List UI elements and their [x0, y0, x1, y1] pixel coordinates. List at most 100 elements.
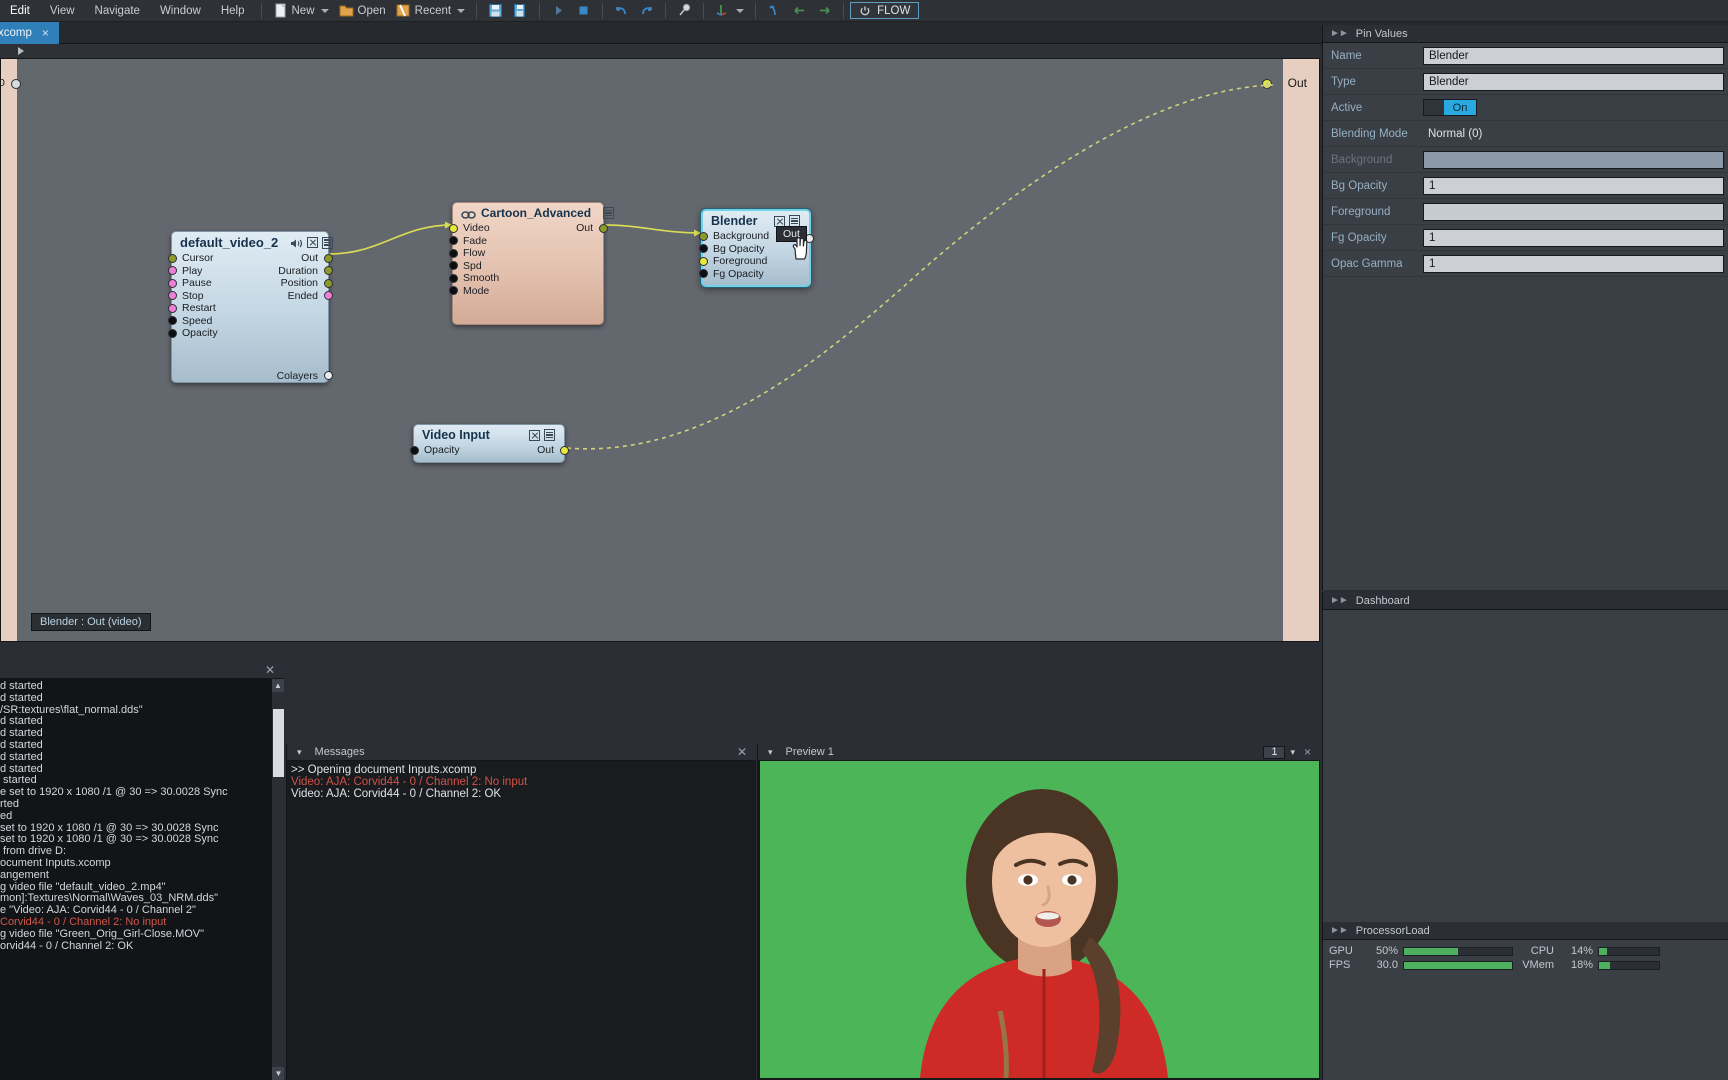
menu-navigate[interactable]: Navigate: [85, 0, 150, 22]
canvas-input-port[interactable]: [11, 79, 21, 89]
expand-double-arrow-icon[interactable]: ►►: [1330, 595, 1349, 606]
forward-button[interactable]: [812, 1, 837, 21]
preview-video-frame[interactable]: [760, 761, 1319, 1078]
pv-row-name[interactable]: Name Blender: [1323, 43, 1728, 69]
pin-row[interactable]: Pause: [167, 277, 250, 290]
pv-row-type[interactable]: Type Blender: [1323, 69, 1728, 95]
node-blender[interactable]: Blender Background Bg Opacity Foreground…: [698, 209, 814, 287]
pin-spd[interactable]: [448, 261, 458, 271]
recent-button[interactable]: Recent: [391, 1, 470, 21]
blending-mode-field[interactable]: Normal (0): [1423, 125, 1724, 143]
active-toggle[interactable]: On: [1423, 99, 1477, 116]
list-icon[interactable]: [322, 236, 334, 249]
pin-row[interactable]: Cursor: [167, 252, 250, 265]
pin-stop[interactable]: [167, 291, 177, 301]
toggle-on-label[interactable]: On: [1444, 100, 1476, 115]
list-icon[interactable]: [603, 207, 615, 219]
dashboard-header[interactable]: ►► Dashboard: [1323, 592, 1728, 610]
node-title-bar[interactable]: Cartoon_Advanced: [453, 203, 615, 221]
open-button[interactable]: Open: [334, 1, 391, 21]
zoom-button[interactable]: [672, 1, 697, 21]
node-canvas[interactable]: 0 Out default_video_2: [0, 58, 1320, 642]
fg-opacity-field[interactable]: 1: [1423, 228, 1724, 247]
pin-row[interactable]: Spd: [448, 260, 528, 273]
undo-button[interactable]: [609, 1, 634, 21]
pin-cursor[interactable]: [167, 253, 177, 263]
pin-colayers[interactable]: [323, 371, 333, 381]
chevron-down-icon[interactable]: ▾: [1285, 747, 1300, 758]
pv-row-bg-opacity[interactable]: Bg Opacity 1: [1323, 173, 1728, 199]
menu-view[interactable]: View: [40, 0, 85, 22]
pin-row[interactable]: Speed: [167, 315, 250, 328]
pin-mode[interactable]: [448, 286, 458, 296]
new-caret-icon[interactable]: [320, 8, 329, 13]
pin-row[interactable]: Mode: [448, 285, 528, 298]
scrollbar-thumb[interactable]: [273, 709, 284, 777]
pin-row[interactable]: Out: [250, 252, 333, 265]
pin-row[interactable]: Opacity: [167, 327, 250, 340]
pin-opacity[interactable]: [409, 445, 419, 455]
close-icon[interactable]: ×: [42, 26, 49, 40]
close-icon[interactable]: ✕: [733, 745, 751, 759]
scroll-down-icon[interactable]: ▼: [272, 1067, 284, 1080]
pin-row[interactable]: Duration: [250, 265, 333, 278]
pin-row[interactable]: Out: [489, 444, 569, 457]
pin-out[interactable]: [598, 223, 608, 233]
pin-video[interactable]: [448, 223, 458, 233]
pin-foreground[interactable]: [698, 256, 708, 266]
stop-button[interactable]: [571, 1, 596, 21]
pv-row-blending-mode[interactable]: Blending Mode Normal (0): [1323, 121, 1728, 147]
save-as-button[interactable]: [508, 1, 533, 21]
filter-caret-icon[interactable]: ▾: [292, 747, 307, 758]
node-title-bar[interactable]: default_video_2: [172, 232, 334, 251]
pin-ended[interactable]: [323, 291, 333, 301]
speaker-icon[interactable]: [290, 237, 303, 248]
node-video-input[interactable]: Video Input Opacity Out: [409, 424, 569, 463]
type-field[interactable]: Blender: [1423, 72, 1724, 91]
pin-duration[interactable]: [323, 266, 333, 276]
close-icon[interactable]: [774, 215, 785, 227]
pin-row[interactable]: Fg Opacity: [698, 268, 809, 281]
pin-row[interactable]: Fade: [448, 235, 528, 248]
pin-pause[interactable]: [167, 278, 177, 288]
new-button[interactable]: New: [268, 1, 334, 21]
pin-row[interactable]: Out: [528, 222, 608, 235]
redo-button[interactable]: [634, 1, 659, 21]
pin-row[interactable]: Smooth: [448, 272, 528, 285]
recent-caret-icon[interactable]: [457, 8, 466, 13]
up-level-button[interactable]: [762, 1, 787, 21]
pin-play[interactable]: [167, 266, 177, 276]
expand-double-arrow-icon[interactable]: ►►: [1330, 28, 1349, 39]
menu-help[interactable]: Help: [211, 0, 255, 22]
pin-values-header[interactable]: ►► Pin Values: [1323, 25, 1728, 43]
preview-count-badge[interactable]: 1: [1263, 745, 1286, 759]
axis-caret-icon[interactable]: [736, 8, 745, 13]
node-default-video-2[interactable]: default_video_2 Cursor Play Pause Stop R…: [167, 231, 334, 383]
log-scrollbar[interactable]: ▲ ▼: [271, 679, 284, 1080]
pin-row[interactable]: Ended: [250, 290, 333, 303]
log-panel-header[interactable]: ✕: [0, 662, 284, 679]
preview-panel-header[interactable]: ▾ Preview 1 1 ▾ ×: [758, 744, 1320, 761]
node-cartoon-advanced[interactable]: Cartoon_Advanced Video Fade Flow Spd Smo…: [448, 202, 615, 325]
pin-out[interactable]: [323, 253, 333, 263]
background-field[interactable]: [1423, 150, 1724, 169]
pin-row[interactable]: Foreground: [698, 255, 809, 268]
pin-out[interactable]: [559, 445, 569, 455]
messages-panel-header[interactable]: ▾ Messages ✕: [287, 744, 756, 761]
scroll-up-icon[interactable]: ▲: [272, 679, 284, 692]
pin-row[interactable]: Position: [250, 277, 333, 290]
name-field[interactable]: Blender: [1423, 46, 1724, 65]
pin-restart[interactable]: [167, 303, 177, 313]
expand-arrow-icon[interactable]: [18, 47, 24, 55]
filter-caret-icon[interactable]: ▾: [763, 747, 778, 758]
close-icon[interactable]: [307, 237, 319, 248]
pin-row[interactable]: Play: [167, 265, 250, 278]
pv-row-background[interactable]: Background: [1323, 147, 1728, 173]
expand-double-arrow-icon[interactable]: ►►: [1330, 925, 1349, 936]
pin-speed[interactable]: [167, 316, 177, 326]
pin-row[interactable]: Video: [448, 222, 528, 235]
pv-row-fg-opacity[interactable]: Fg Opacity 1: [1323, 225, 1728, 251]
close-icon[interactable]: ✕: [261, 663, 279, 677]
menu-edit[interactable]: Edit: [0, 0, 40, 22]
document-tab-xcomp[interactable]: xcomp ×: [0, 21, 59, 44]
